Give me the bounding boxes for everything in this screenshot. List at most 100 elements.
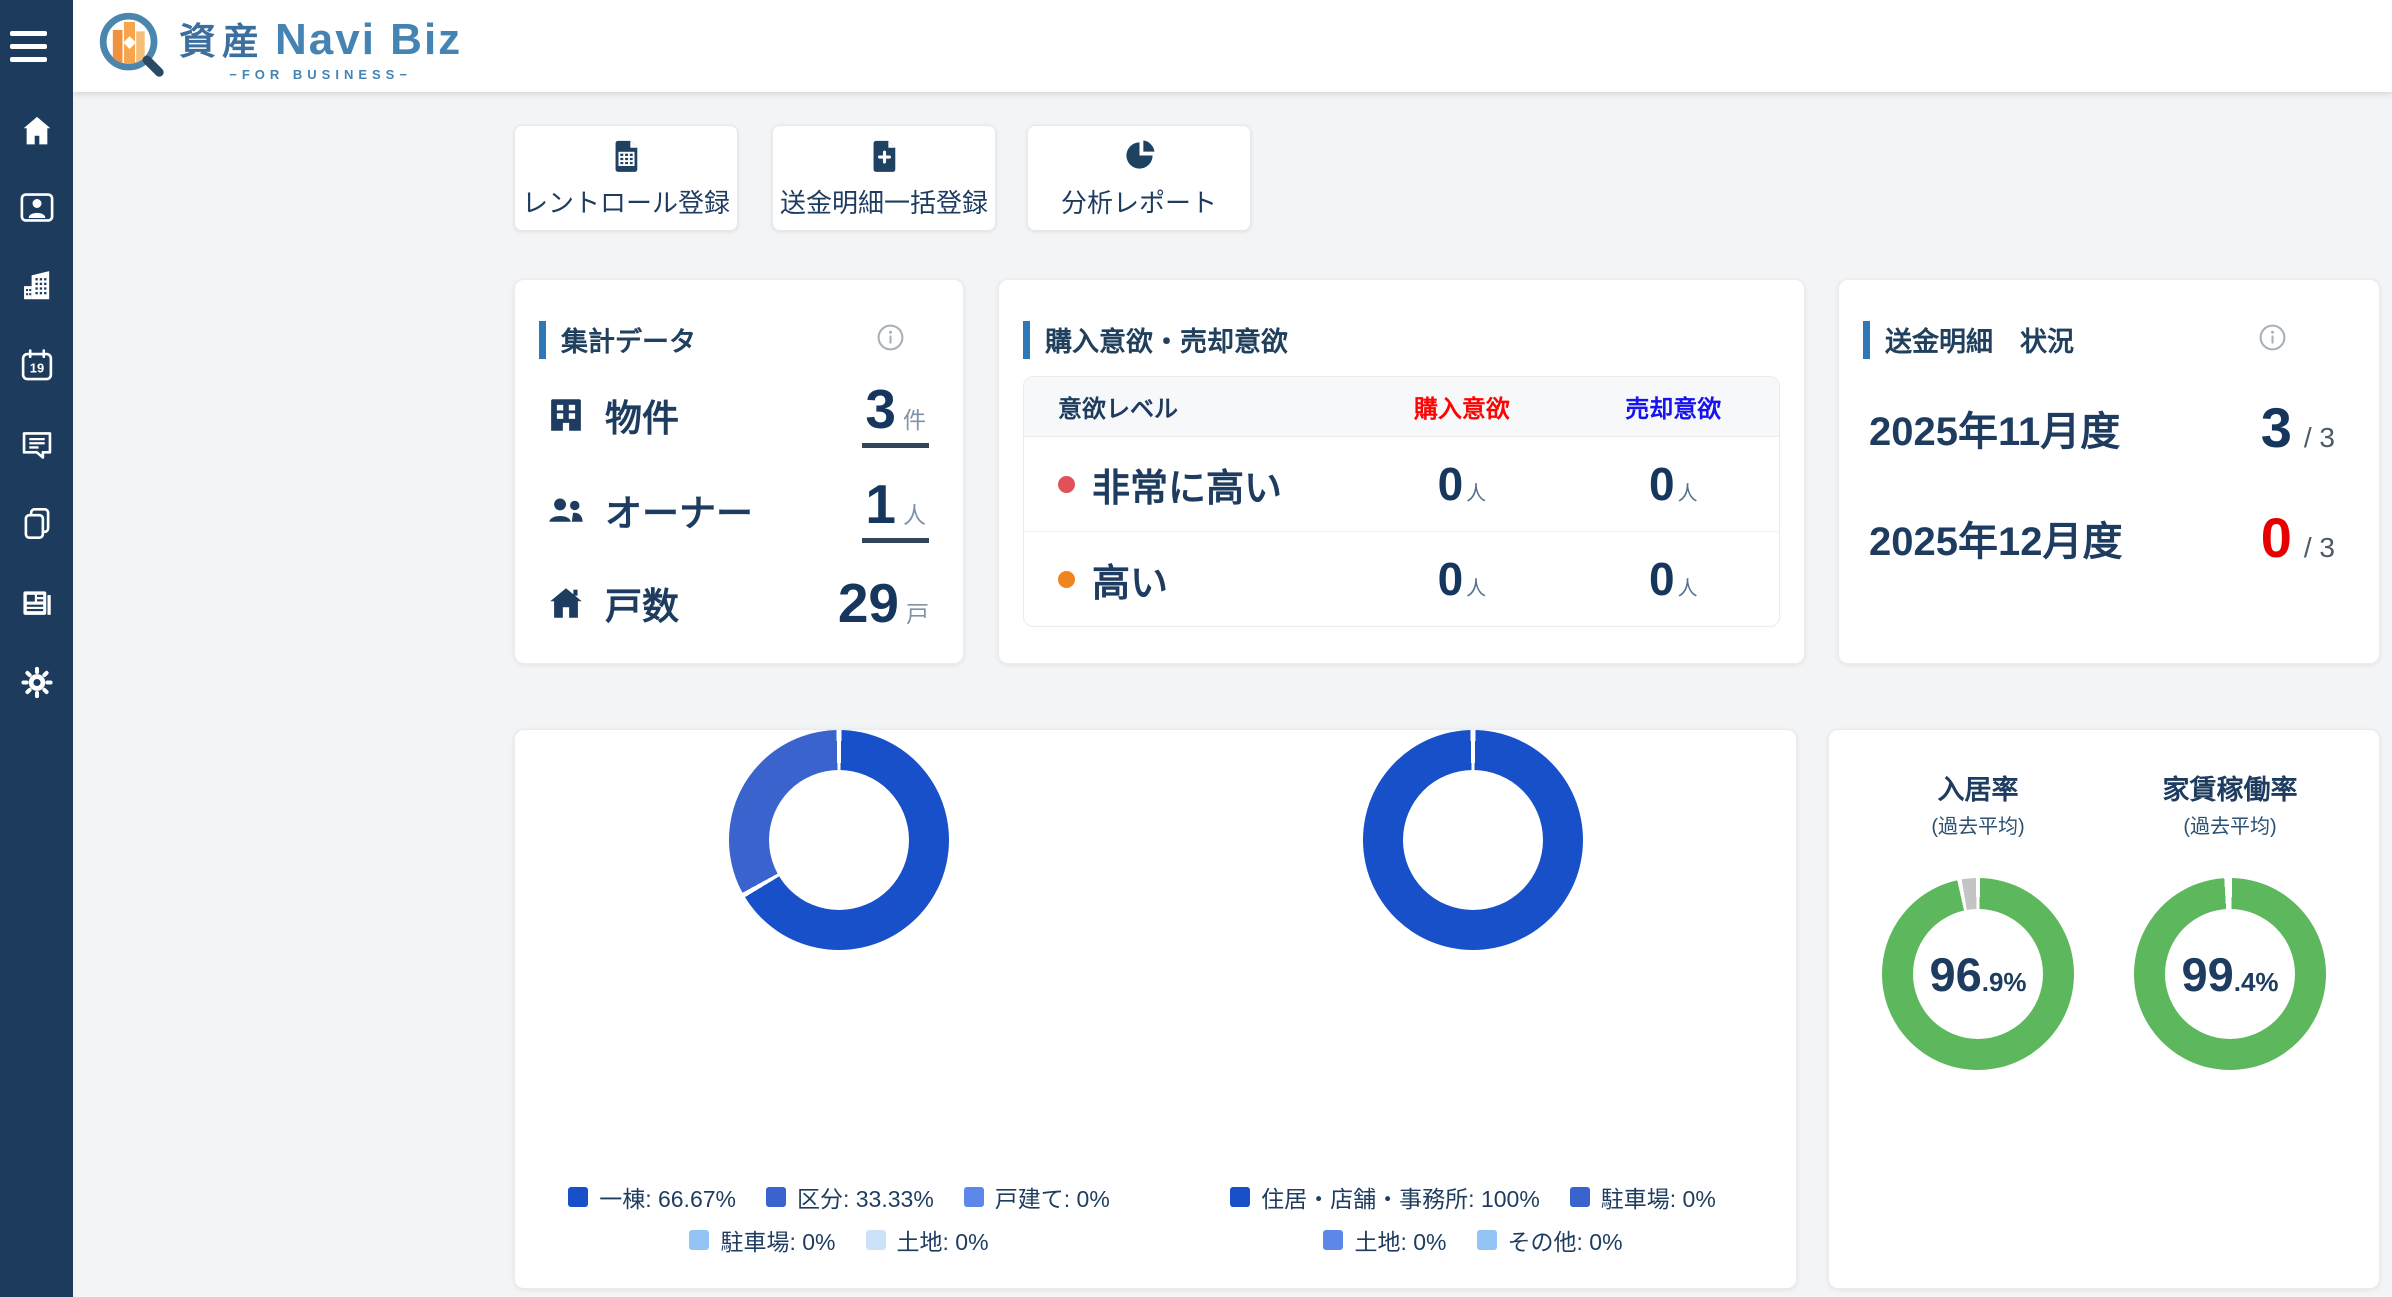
intent-level-label: 非常に高い — [1092, 457, 1282, 512]
intent-row-very-high: 非常に高い 0 人 0 人 — [1024, 437, 1779, 531]
remittance-card-header: 送金明細 状況 — [1863, 320, 2074, 359]
brand-name: Navi Biz — [275, 15, 462, 65]
buy-count-high: 0 — [1438, 556, 1464, 602]
rent-roll-register-button[interactable]: レントロール登録 — [514, 125, 738, 231]
sidebar-item-settings[interactable] — [18, 664, 55, 701]
legend-item: 駐車場: 0% — [1570, 1180, 1716, 1214]
sidebar-item-calendar[interactable]: 19 — [18, 347, 55, 384]
summary-row-properties: 物件 3 件 — [545, 375, 929, 455]
building-icon — [545, 394, 587, 436]
remittance-month-label: 2025年12月度 — [1869, 509, 2122, 567]
legend-swatch — [1570, 1187, 1590, 1207]
house-icon — [545, 582, 587, 624]
analysis-report-button[interactable]: 分析レポート — [1027, 125, 1251, 231]
legend-label: 駐車場: 0% — [1601, 1180, 1716, 1214]
rent-operation-rate-subtitle: (過去平均) — [2109, 810, 2351, 839]
remittance-info-icon[interactable] — [2257, 322, 2288, 353]
rent-roll-register-label: レントロール登録 — [522, 183, 730, 220]
contact-card-icon — [18, 189, 55, 226]
brand-kanji: 資産 — [179, 11, 265, 65]
accent-bar — [1863, 321, 1870, 359]
buy-unit: 人 — [1466, 477, 1486, 506]
legend-swatch — [1230, 1187, 1250, 1207]
pie-chart-icon — [1121, 137, 1158, 174]
rent-operation-rate-gauge: 99 .4% — [2134, 878, 2326, 1070]
legend-item: 土地: 0% — [866, 1223, 989, 1257]
intent-card-header: 購入意欲・売却意欲 — [1023, 320, 1288, 359]
summary-card-header: 集計データ — [539, 320, 696, 359]
orange-level-dot — [1058, 571, 1075, 588]
legend-label: 土地: 0% — [1354, 1223, 1446, 1257]
remittance-status-card: 送金明細 状況 2025年11月度 3 / 3 2025年12月度 0 / 3 — [1838, 279, 2380, 664]
accent-bar — [539, 321, 546, 359]
intent-card-title: 購入意欲・売却意欲 — [1045, 320, 1288, 359]
occupancy-rate-gauge: 96 .9% — [1882, 878, 2074, 1070]
magnifier-buildings-logo-icon — [95, 8, 171, 84]
intent-table-header: 意欲レベル 購入意欲 売却意欲 — [1024, 377, 1779, 437]
intent-level-label: 高い — [1092, 552, 1168, 607]
legend-label: 一棟: 66.67% — [599, 1180, 736, 1214]
occupancy-rate-subtitle: (過去平均) — [1857, 810, 2099, 839]
type-charts-card: 物件種別 戸数種別 一棟: 66.67% 区分: 33.33% 戸建て: 0% … — [514, 729, 1797, 1289]
legend-item: 区分: 33.33% — [766, 1180, 934, 1214]
legend-item: 土地: 0% — [1323, 1223, 1446, 1257]
accent-bar — [1023, 321, 1030, 359]
summary-info-icon[interactable] — [875, 322, 906, 353]
rent-operation-rate-value: 99 .4% — [2181, 951, 2278, 998]
sell-unit: 人 — [1678, 572, 1698, 601]
unit-type-donut-chart — [1363, 730, 1583, 950]
property-type-legend: 一棟: 66.67% 区分: 33.33% 戸建て: 0% 駐車場: 0% 土地… — [519, 1180, 1159, 1257]
col-intent-level: 意欲レベル — [1024, 389, 1356, 424]
occupancy-value-main: 96 — [1929, 951, 1981, 998]
legend-swatch — [1477, 1230, 1497, 1250]
sidebar-item-home[interactable] — [18, 112, 55, 149]
sidebar-item-owners[interactable] — [18, 189, 55, 226]
summary-unit-properties: 件 — [903, 401, 926, 435]
legend-item: 戸建て: 0% — [964, 1180, 1110, 1214]
summary-value-owners-link[interactable]: 1 人 — [862, 477, 929, 543]
sidebar-item-messages[interactable] — [18, 426, 55, 463]
legend-swatch — [689, 1230, 709, 1250]
remittance-card-title: 送金明細 状況 — [1885, 320, 2074, 359]
col-buy-intent: 購入意欲 — [1356, 389, 1567, 424]
remittance-bulk-register-label: 送金明細一括登録 — [780, 183, 988, 220]
rent-value-main: 99 — [2181, 951, 2233, 998]
legend-swatch — [766, 1187, 786, 1207]
remittance-bulk-register-button[interactable]: 送金明細一括登録 — [772, 125, 996, 231]
intent-card: 購入意欲・売却意欲 意欲レベル 購入意欲 売却意欲 非常に高い 0 人 0 人 — [998, 279, 1805, 664]
legend-item: 住居・店舗・事務所: 100% — [1230, 1180, 1540, 1214]
summary-row-units: 戸数 29 戸 — [545, 563, 929, 643]
summary-value-properties-link[interactable]: 3 件 — [862, 382, 929, 448]
top-header: 資産 Navi Biz −FOR BUSINESS− — [73, 0, 2392, 92]
summary-value-properties: 3 — [865, 382, 896, 437]
col-sell-intent: 売却意欲 — [1568, 389, 1779, 424]
sidebar-item-news[interactable] — [18, 584, 55, 621]
brand-logo[interactable]: 資産 Navi Biz −FOR BUSINESS− — [95, 8, 462, 84]
buy-count-very-high: 0 — [1438, 461, 1464, 507]
legend-label: 区分: 33.33% — [797, 1180, 934, 1214]
legend-label: 戸建て: 0% — [995, 1180, 1110, 1214]
summary-card-title: 集計データ — [561, 320, 696, 359]
home-icon — [18, 112, 55, 149]
legend-item: 一棟: 66.67% — [568, 1180, 736, 1214]
brand-subtitle: −FOR BUSINESS− — [229, 67, 412, 82]
gear-icon — [18, 664, 55, 701]
donut-hole — [1403, 770, 1543, 910]
buy-unit: 人 — [1466, 572, 1486, 601]
remittance-month-label: 2025年11月度 — [1869, 399, 2120, 457]
unit-type-legend: 住居・店舗・事務所: 100% 駐車場: 0% 土地: 0% その他: 0% — [1153, 1180, 1793, 1257]
legend-swatch — [1323, 1230, 1343, 1250]
summary-row-owners: オーナー 1 人 — [545, 470, 929, 550]
summary-value-units: 29 — [838, 576, 899, 631]
intent-row-high: 高い 0 人 0 人 — [1024, 531, 1779, 626]
legend-swatch — [964, 1187, 984, 1207]
occupancy-value-frac: .9% — [1982, 967, 2027, 998]
hamburger-menu-icon[interactable] — [10, 31, 47, 70]
summary-label-units: 戸数 — [605, 576, 679, 630]
summary-label-properties: 物件 — [605, 388, 679, 442]
sidebar-item-properties[interactable] — [18, 267, 55, 304]
remittance-count-december: 0 — [2261, 510, 2292, 566]
remittance-row-november: 2025年11月度 3 / 3 — [1869, 383, 2335, 473]
sidebar-item-documents[interactable] — [18, 505, 55, 542]
analysis-report-label: 分析レポート — [1061, 183, 1217, 220]
